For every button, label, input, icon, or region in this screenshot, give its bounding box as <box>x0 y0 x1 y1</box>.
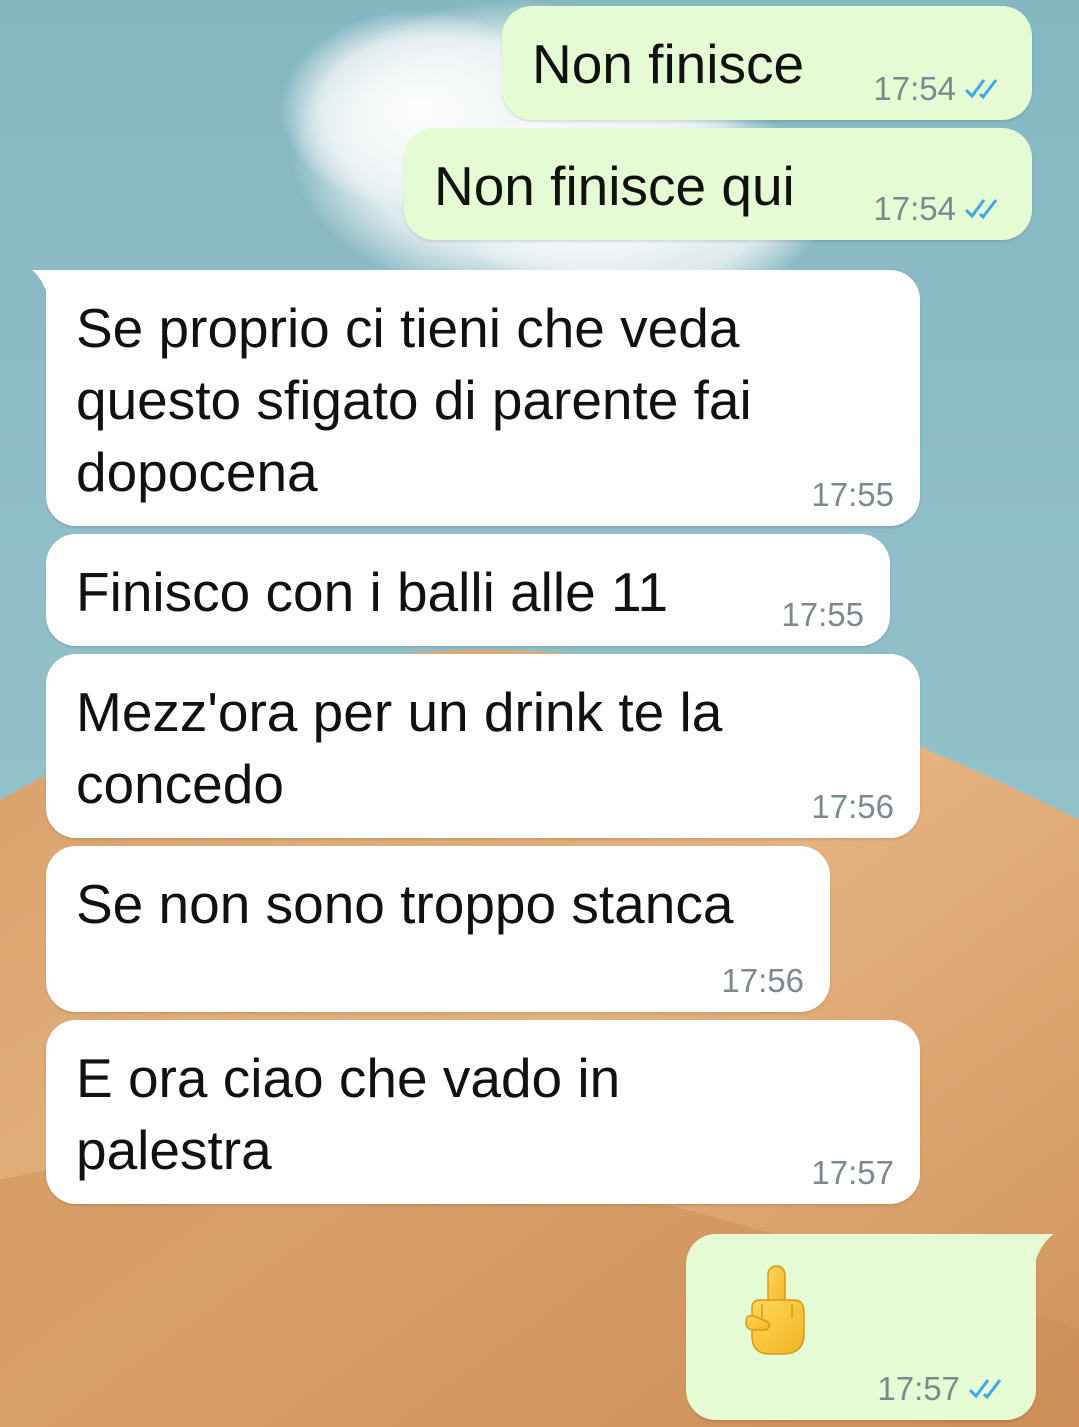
message-meta: 17:56 <box>721 962 804 1000</box>
message-bubble-incoming[interactable]: Mezz'ora per un drink te la concedo 17:5… <box>46 654 920 838</box>
message-meta: 17:56 <box>811 788 894 826</box>
message-text: Finisco con i balli alle 11 <box>76 561 669 623</box>
message-bubble-outgoing[interactable]: Non finisce 17:54 <box>502 6 1032 120</box>
message-meta: 17:57 <box>811 1154 894 1192</box>
read-ticks-icon <box>964 199 998 220</box>
message-meta: 17:55 <box>781 596 864 634</box>
bubble-tail <box>32 270 62 296</box>
message-text: E ora ciao che vado in palestra <box>76 1047 621 1181</box>
message-time: 17:54 <box>873 190 956 227</box>
message-bubble-incoming[interactable]: Se proprio ci tieni che veda questo sfig… <box>32 270 920 526</box>
message-time: 17:54 <box>873 70 956 107</box>
message-text: Mezz'ora per un drink te la concedo <box>76 681 723 815</box>
read-ticks-icon <box>964 79 998 100</box>
message-time: 17:56 <box>721 962 804 999</box>
middle-finger-emoji-icon <box>745 1265 805 1355</box>
message-bubble-incoming[interactable]: E ora ciao che vado in palestra 17:57 <box>46 1020 920 1204</box>
message-meta: 17:57 <box>877 1370 1010 1408</box>
message-time: 17:55 <box>781 596 864 633</box>
read-ticks-icon <box>968 1379 1002 1400</box>
message-time: 17:56 <box>811 788 894 825</box>
message-bubble-incoming[interactable]: Finisco con i balli alle 11 17:55 <box>46 534 890 646</box>
message-bubble-outgoing[interactable]: Non finisce qui 17:54 <box>404 128 1032 240</box>
message-text: Se non sono troppo stanca <box>76 873 734 935</box>
message-meta: 17:54 <box>873 190 1006 228</box>
message-bubble-incoming[interactable]: Se non sono troppo stanca 17:56 <box>46 846 830 1012</box>
message-text: Se proprio ci tieni che veda questo sfig… <box>76 297 752 503</box>
message-meta: 17:54 <box>873 70 1006 108</box>
message-time: 17:55 <box>811 476 894 513</box>
message-time: 17:57 <box>811 1154 894 1191</box>
message-time: 17:57 <box>877 1370 960 1407</box>
message-bubble-outgoing[interactable]: 17:57 <box>686 1234 1054 1420</box>
bubble-tail <box>1020 1234 1054 1260</box>
message-meta: 17:55 <box>811 476 894 514</box>
